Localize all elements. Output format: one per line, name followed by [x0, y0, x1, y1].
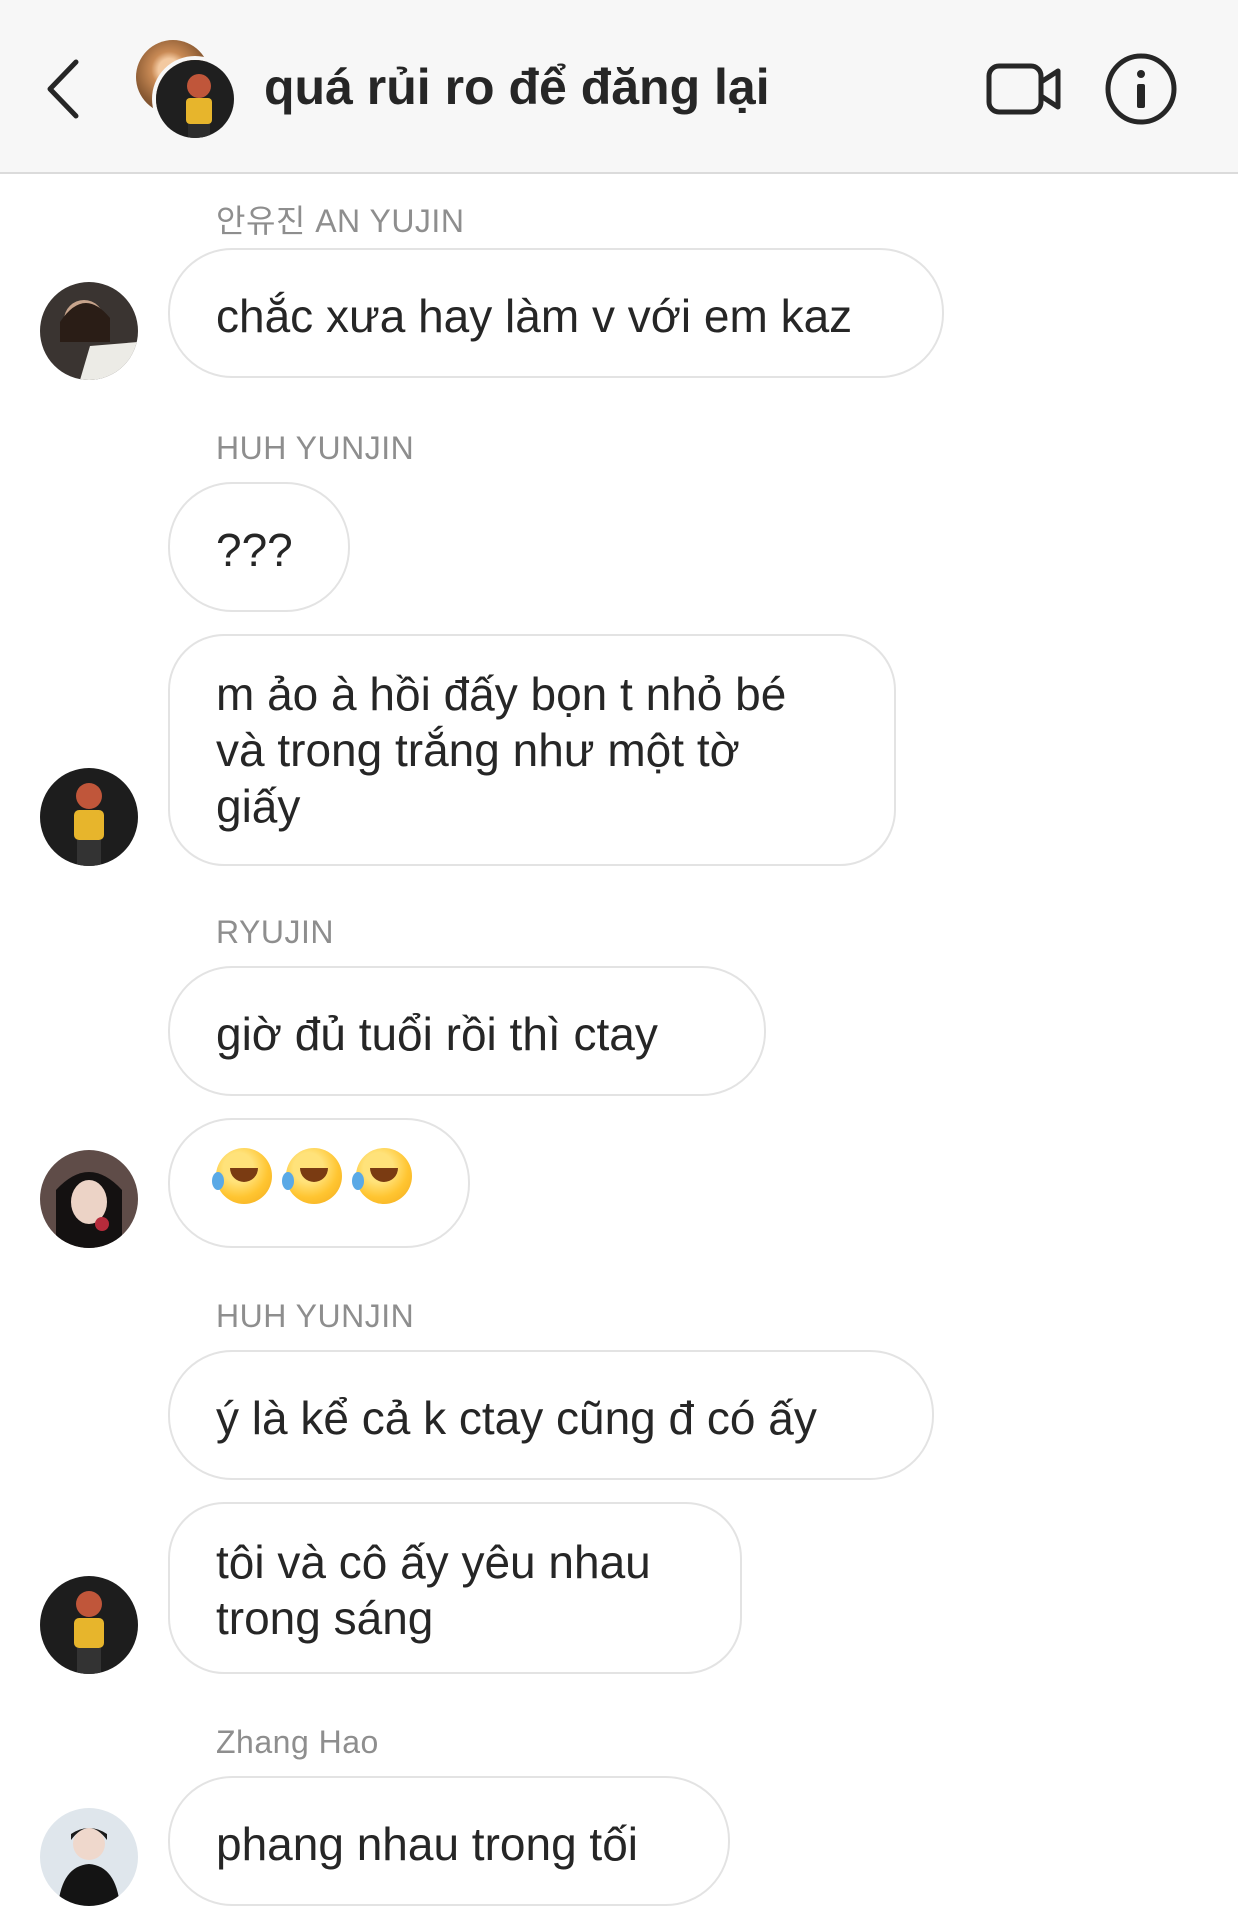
- sender-name: HUH YUNJIN: [216, 430, 415, 466]
- avatar-huh-yunjin[interactable]: [40, 768, 138, 866]
- message-text-line: giấy: [216, 780, 301, 832]
- back-button[interactable]: [40, 56, 90, 122]
- message-text: ý là kể cả k ctay cũng đ có ấy: [216, 1392, 817, 1444]
- message-bubble[interactable]: m ảo à hồi đấy bọn t nhỏ bé và trong trắ…: [168, 634, 896, 866]
- message-text-line: và trong trắng như một tờ: [216, 724, 740, 776]
- group-avatar-front: [152, 56, 238, 142]
- chat-header: quá rủi ro để đăng lại: [0, 0, 1238, 174]
- emoji-row: [212, 1148, 422, 1204]
- video-camera-icon: [986, 63, 1061, 115]
- sender-name: RYUJIN: [216, 914, 334, 950]
- chat-title: quá rủi ro để đăng lại: [264, 59, 770, 115]
- message-text-line: trong sáng: [216, 1592, 434, 1644]
- message-text-line: m ảo à hồi đấy bọn t nhỏ bé: [216, 668, 787, 720]
- info-button[interactable]: [1104, 52, 1178, 126]
- info-icon: [1105, 53, 1177, 125]
- rolling-on-floor-laughing-icon: [352, 1148, 412, 1204]
- avatar-huh-yunjin[interactable]: [40, 1576, 138, 1674]
- emoji-message-bubble[interactable]: [168, 1118, 470, 1248]
- sender-name: Zhang Hao: [216, 1724, 379, 1760]
- message-text: chắc xưa hay làm v với em kaz: [216, 290, 853, 342]
- avatar-an-yujin[interactable]: [40, 282, 138, 380]
- message-bubble[interactable]: ý là kể cả k ctay cũng đ có ấy: [168, 1350, 934, 1480]
- message-bubble[interactable]: giờ đủ tuổi rồi thì ctay: [168, 966, 766, 1096]
- video-call-button[interactable]: [986, 60, 1062, 118]
- avatar-zhang-hao[interactable]: [40, 1808, 138, 1906]
- message-bubble[interactable]: ???: [168, 482, 350, 612]
- message-bubble[interactable]: phang nhau trong tối: [168, 1776, 730, 1906]
- message-bubble[interactable]: chắc xưa hay làm v với em kaz: [168, 248, 944, 378]
- rolling-on-floor-laughing-icon: [282, 1148, 342, 1204]
- message-text: ???: [216, 524, 293, 576]
- message-text: phang nhau trong tối: [216, 1818, 639, 1870]
- sender-name: HUH YUNJIN: [216, 1298, 415, 1334]
- avatar-ryujin[interactable]: [40, 1150, 138, 1248]
- group-avatar[interactable]: [132, 36, 240, 142]
- sender-name: 안유진 AN YUJIN: [216, 203, 465, 239]
- chevron-left-icon: [47, 59, 79, 119]
- rolling-on-floor-laughing-icon: [212, 1148, 272, 1204]
- message-text-line: tôi và cô ấy yêu nhau: [216, 1536, 651, 1588]
- message-text: giờ đủ tuổi rồi thì ctay: [216, 1008, 658, 1060]
- message-bubble[interactable]: tôi và cô ấy yêu nhau trong sáng: [168, 1502, 742, 1674]
